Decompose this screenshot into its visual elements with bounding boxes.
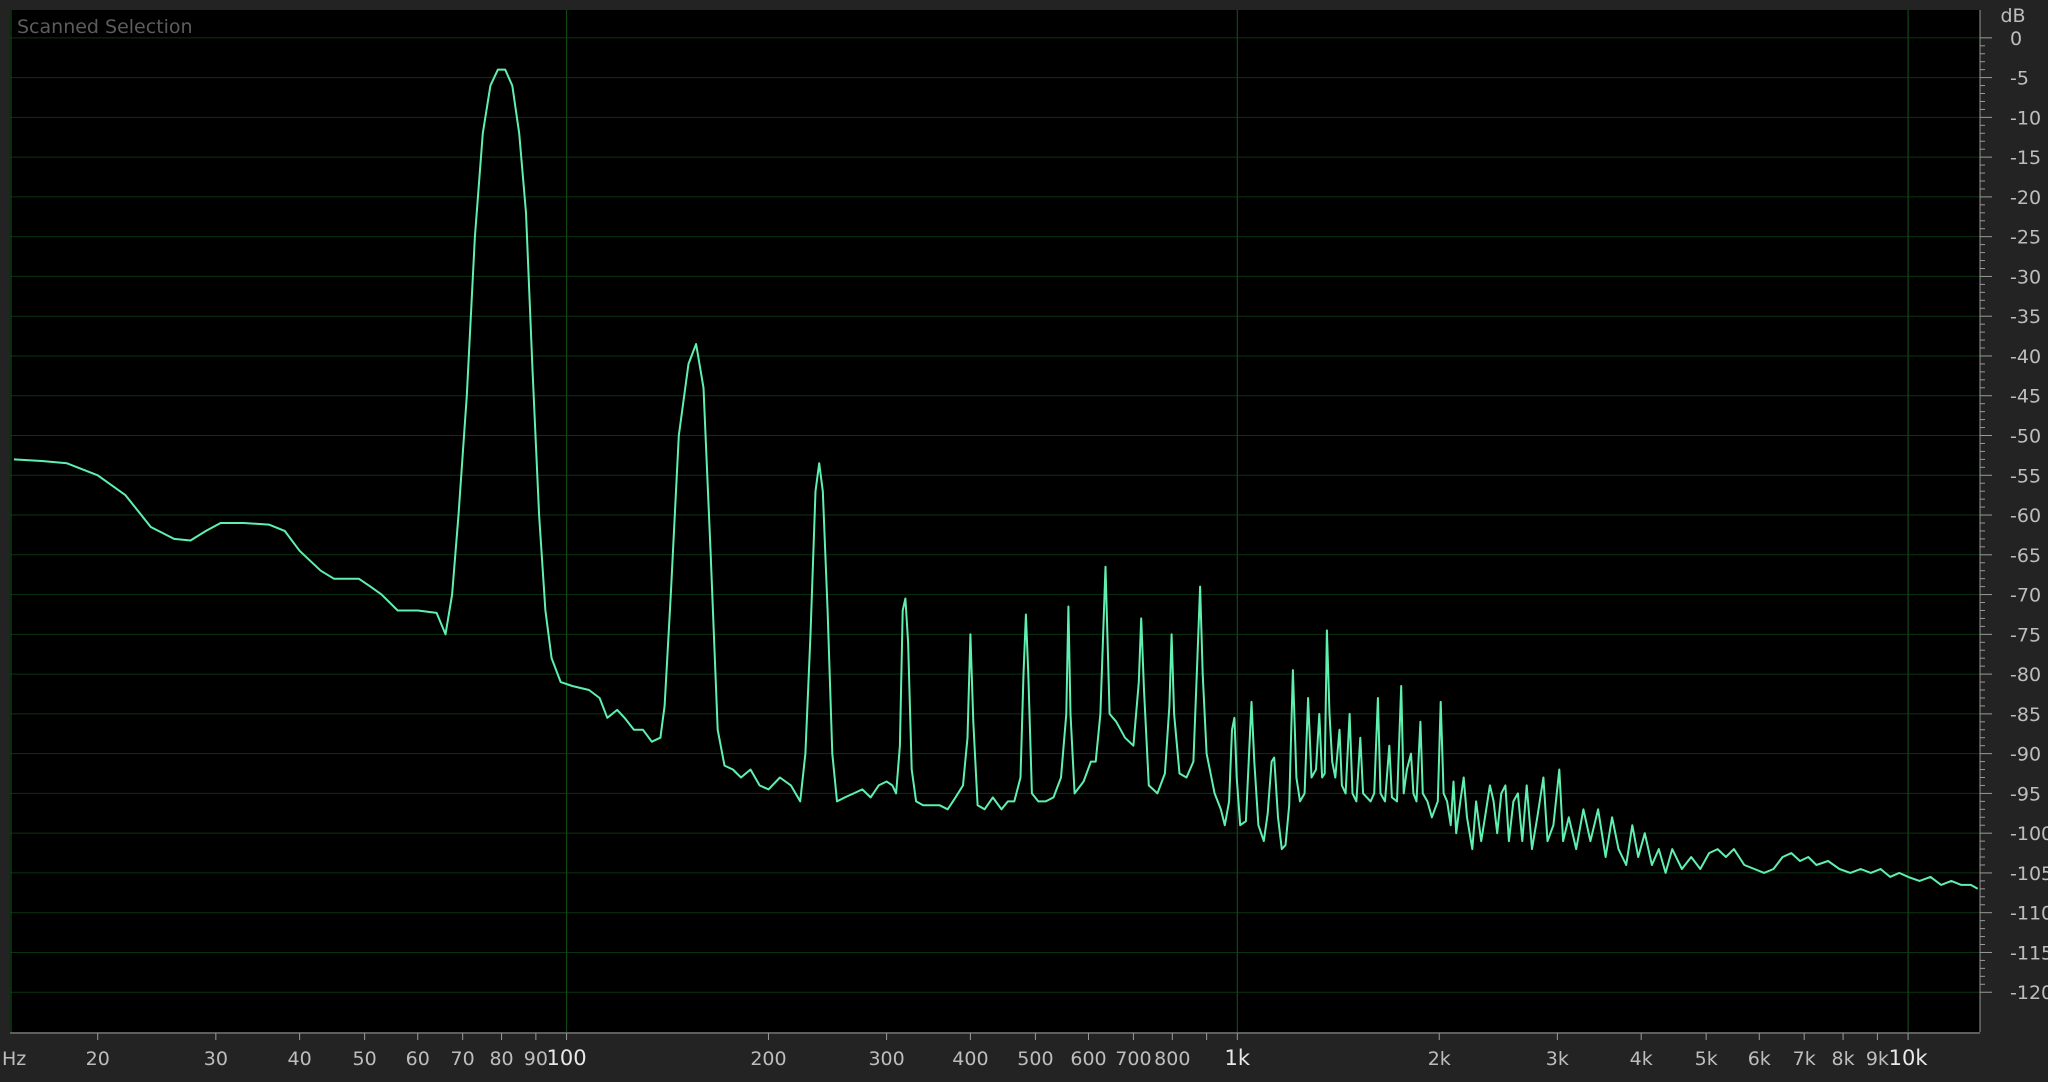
- x-tick-label: 70: [451, 1048, 475, 1070]
- x-tick-label: 2k: [1428, 1048, 1451, 1070]
- y-tick-label: -5: [2010, 68, 2029, 90]
- x-tick-label: 60: [406, 1048, 430, 1070]
- y-tick-label: -90: [2010, 744, 2041, 766]
- x-tick-label: 30: [204, 1048, 228, 1070]
- grid: [10, 10, 1980, 1032]
- y-tick-label: -10: [2010, 107, 2041, 129]
- x-tick-label: 3k: [1546, 1048, 1569, 1070]
- frequency-spectrum-chart: 20 30 40 50 60 70 80 90100 200 300 400 500 600 700 800…: [2, 5, 2048, 1070]
- y-tick-label: -15: [2010, 147, 2041, 169]
- x-tick-label: 400: [952, 1048, 988, 1070]
- y-tick-label: -25: [2010, 227, 2041, 249]
- y-tick-label: -120: [2010, 982, 2048, 1004]
- y-tick-label: -70: [2010, 585, 2041, 607]
- x-tick-label: 5k: [1695, 1048, 1718, 1070]
- y-tick-label: -50: [2010, 426, 2041, 448]
- x-tick-label: 200: [750, 1048, 786, 1070]
- x-tick-label: 300: [868, 1048, 904, 1070]
- y-tick-label: -100: [2010, 823, 2048, 845]
- x-tick-label: 700: [1115, 1048, 1151, 1070]
- y-tick-label: -55: [2010, 465, 2041, 487]
- x-tick-label: 600: [1070, 1048, 1106, 1070]
- y-tick-label: -80: [2010, 664, 2041, 686]
- spectrum-series: [13, 68, 1979, 890]
- y-tick-label: -115: [2010, 942, 2048, 964]
- y-tick-label: -30: [2010, 266, 2041, 288]
- analyzer-window: 20 30 40 50 60 70 80 90 100 200 300 400 500 600 700 800…: [0, 0, 2048, 1082]
- y-tick-label: -60: [2010, 505, 2041, 527]
- y-tick-label: -35: [2010, 306, 2041, 328]
- y-tick-label: -95: [2010, 783, 2041, 805]
- decibel-axis: 0 -5 -10 -15 -20 -25 -30 -35 -40 -45 -50 -55 -60 -65 -…: [1979, 5, 2048, 1032]
- y-tick-label: -75: [2010, 624, 2041, 646]
- y-tick-label: 0: [2010, 28, 2022, 50]
- y-tick-label: -105: [2010, 863, 2048, 885]
- spectrum-curve: [13, 68, 1979, 890]
- x-tick-label: 800: [1154, 1048, 1190, 1070]
- frequency-axis: 20 30 40 50 60 70 80 90100 200 300 400 500 600 700 800…: [2, 1032, 1980, 1070]
- x-tick-label: 7k: [1793, 1048, 1816, 1070]
- x-tick-label: 4k: [1630, 1048, 1653, 1070]
- x-tick-label: 1k: [1225, 1046, 1251, 1070]
- y-tick-label: -40: [2010, 346, 2041, 368]
- y-tick-label: -20: [2010, 187, 2041, 209]
- y-tick-label: -85: [2010, 704, 2041, 726]
- y-tick-label: -45: [2010, 386, 2041, 408]
- x-tick-label: 6k: [1748, 1048, 1771, 1070]
- x-tick-label: 50: [353, 1048, 377, 1070]
- panel-title: Scanned Selection: [17, 16, 193, 38]
- x-tick-label: 80: [489, 1048, 513, 1070]
- x-tick-label: 500: [1017, 1048, 1053, 1070]
- x-tick-label: 90: [524, 1048, 548, 1070]
- y-axis-unit-label: dB: [2000, 5, 2025, 27]
- x-tick-label: 40: [288, 1048, 312, 1070]
- y-tick-label: -65: [2010, 545, 2041, 567]
- x-tick-label: 8k: [1832, 1048, 1855, 1070]
- x-tick-label: 100: [547, 1046, 587, 1070]
- x-tick-label: 20: [86, 1048, 110, 1070]
- x-tick-label: 10k: [1889, 1046, 1929, 1070]
- x-tick-label: 9k: [1866, 1048, 1889, 1070]
- x-axis-unit-label: Hz: [2, 1048, 26, 1070]
- y-tick-label: -110: [2010, 903, 2048, 925]
